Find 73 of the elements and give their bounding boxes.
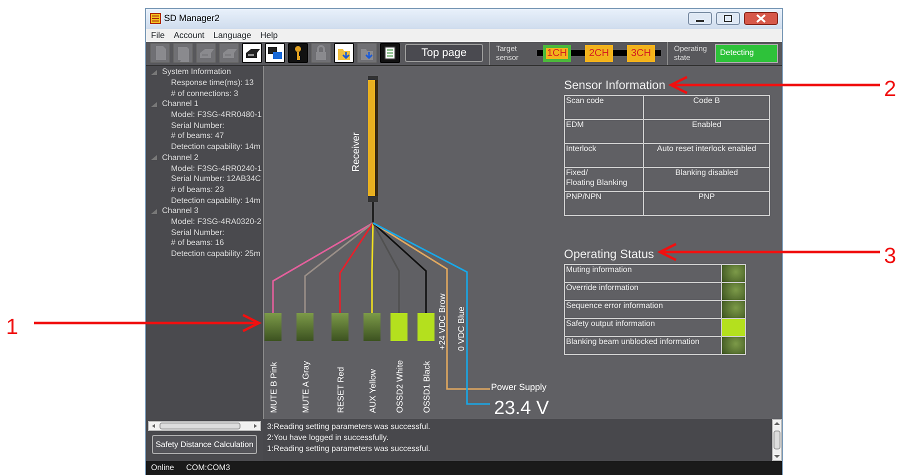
printer-icon[interactable] [242, 43, 262, 64]
menu-item[interactable]: File [151, 28, 165, 42]
tree-item[interactable]: Detection capability: 14m [146, 196, 263, 206]
output-label: MUTE A Gray [300, 361, 310, 414]
tree-item[interactable]: Detection capability: 25m [146, 249, 263, 260]
folder-icon[interactable] [334, 43, 354, 64]
table-cell: PNP/NPN [564, 192, 644, 216]
output-label: AUX Yellow [368, 369, 378, 414]
table-cell: Safety output information [564, 318, 722, 337]
operating-state-value: Detecting [715, 44, 778, 63]
tree-item[interactable]: Serial Number: [146, 228, 263, 238]
callout-number: 1 [6, 314, 18, 339]
callout-number: 2 [884, 76, 896, 101]
output-label: OSSD2 White [394, 360, 404, 414]
tree-item[interactable]: # of connections: 3 [146, 88, 263, 100]
safety-distance-calculation-button[interactable]: Safety Distance Calculation [152, 435, 258, 454]
tree-item[interactable]: Serial Number: [146, 120, 263, 132]
tree-item[interactable]: Model: F3SG-4RR0240-1 [146, 164, 263, 174]
callout-number: 3 [884, 243, 896, 268]
horizontal-scrollbar[interactable] [148, 421, 261, 432]
table-cell: Muting information [564, 264, 722, 283]
table-cell: Code B [644, 96, 770, 120]
tree-item[interactable]: Serial Number: 12AB34C [146, 174, 263, 185]
key-icon[interactable] [288, 43, 308, 64]
output-label: MUTE B Pink [268, 362, 278, 414]
power-supply-label: Power Supply [491, 382, 547, 392]
close-button[interactable] [744, 12, 778, 26]
device-label: Receiver [351, 132, 362, 172]
vertical-scrollbar[interactable] [772, 419, 782, 462]
table-cell: Interlock [564, 144, 644, 168]
table-cell: Enabled [644, 120, 770, 144]
table-cell: Auto reset interlock enabled [644, 144, 770, 168]
tree-item[interactable]: # of beams: 47 [146, 131, 263, 142]
output-label: OSSD1 Black [422, 361, 432, 414]
tree-item[interactable]: Channel 1 [162, 99, 198, 110]
output-label: RESET Red [336, 367, 346, 414]
maximize-button[interactable] [716, 12, 740, 26]
status-text: COM:COM3 [186, 462, 230, 474]
table-cell: PNP [644, 192, 770, 216]
tree-item[interactable]: # of beams: 23 [146, 184, 263, 196]
menu-item[interactable]: Account [174, 28, 204, 42]
tree-item[interactable]: Model: F3SG-4RA0320-2 [146, 217, 263, 228]
log-line: 2:You have logged in successfully. [267, 432, 390, 444]
tree-item[interactable]: Response time(ms): 13 [146, 78, 263, 89]
tree-item[interactable]: Detection capability: 14m [146, 142, 263, 153]
log-line: 3:Reading setting parameters was successful. [267, 421, 432, 432]
status-text: Online [151, 462, 174, 474]
section-title: Sensor Information [564, 77, 666, 94]
tree-item[interactable]: # of beams: 16 [146, 238, 263, 250]
tree-item[interactable]: Model: F3SG-4RR0480-1 [146, 110, 263, 121]
tree-item[interactable]: System Information [162, 67, 231, 78]
menu-item[interactable]: Help [260, 28, 278, 42]
table-cell: EDM [564, 120, 644, 144]
table-cell: Scan code [564, 96, 644, 120]
top-page-button[interactable]: Top page [405, 44, 483, 62]
tree-item[interactable]: Channel 3 [162, 206, 198, 218]
list-icon[interactable] [380, 43, 400, 64]
app-icon [150, 13, 161, 24]
power-wire-label: 0 VDC Blue [456, 306, 466, 352]
table-cell: Blanking beam unblocked information [564, 336, 722, 355]
window-title: SD Manager2 [164, 12, 220, 26]
table-cell: Fixed/ Floating Blanking [564, 168, 644, 192]
tree-item[interactable]: Channel 2 [162, 152, 198, 164]
power-wire-label: +24 VDC Brow [437, 294, 447, 350]
table-cell: Blanking disabled [644, 168, 770, 192]
table-cell: Sequence error information [564, 300, 722, 319]
voltage-reading: 23.4 V [494, 398, 549, 420]
monitor-icon[interactable] [265, 43, 285, 64]
section-title: Operating Status [564, 246, 654, 264]
minimize-button[interactable] [688, 12, 712, 26]
menu-item[interactable]: Language [213, 28, 252, 42]
log-line: 1:Reading setting parameters was successful. [267, 443, 432, 454]
table-cell: Override information [564, 282, 722, 301]
